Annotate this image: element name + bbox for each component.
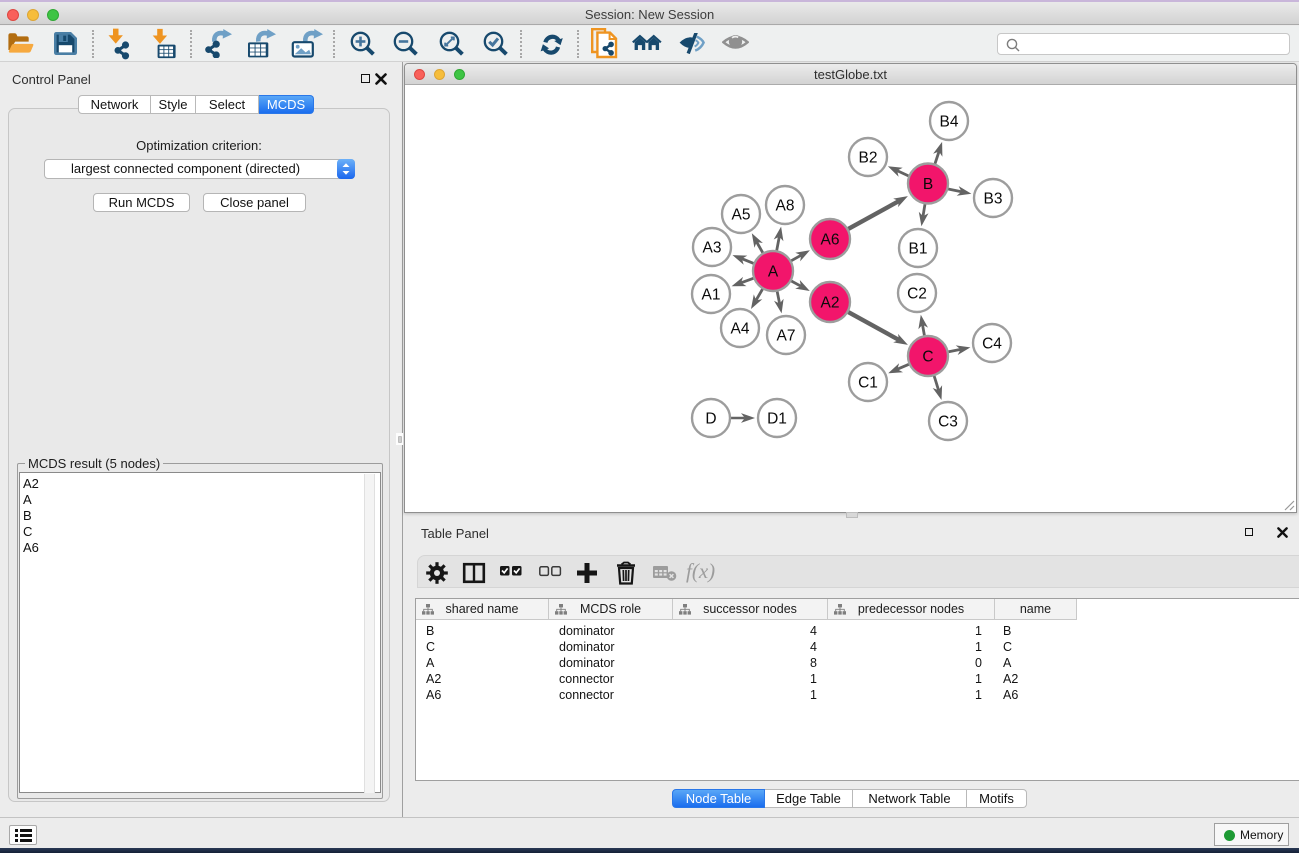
svg-text:A5: A5 (732, 207, 751, 224)
svg-text:C3: C3 (938, 414, 958, 431)
svg-text:D: D (705, 411, 716, 428)
svg-text:B1: B1 (909, 241, 928, 258)
svg-text:A6: A6 (821, 232, 840, 249)
svg-text:C1: C1 (858, 375, 878, 392)
svg-text:C4: C4 (982, 336, 1002, 353)
svg-text:C: C (922, 349, 933, 366)
svg-text:A: A (768, 264, 779, 281)
svg-text:B: B (923, 176, 933, 193)
svg-text:A1: A1 (702, 287, 721, 304)
svg-text:B2: B2 (859, 150, 878, 167)
svg-text:A2: A2 (821, 295, 840, 312)
svg-text:A4: A4 (731, 321, 750, 338)
svg-text:B4: B4 (940, 114, 959, 131)
svg-text:B3: B3 (984, 191, 1003, 208)
svg-text:A7: A7 (777, 328, 796, 345)
svg-text:A3: A3 (703, 240, 722, 257)
svg-text:C2: C2 (907, 286, 927, 303)
svg-text:A8: A8 (776, 198, 795, 215)
svg-text:D1: D1 (767, 411, 787, 428)
